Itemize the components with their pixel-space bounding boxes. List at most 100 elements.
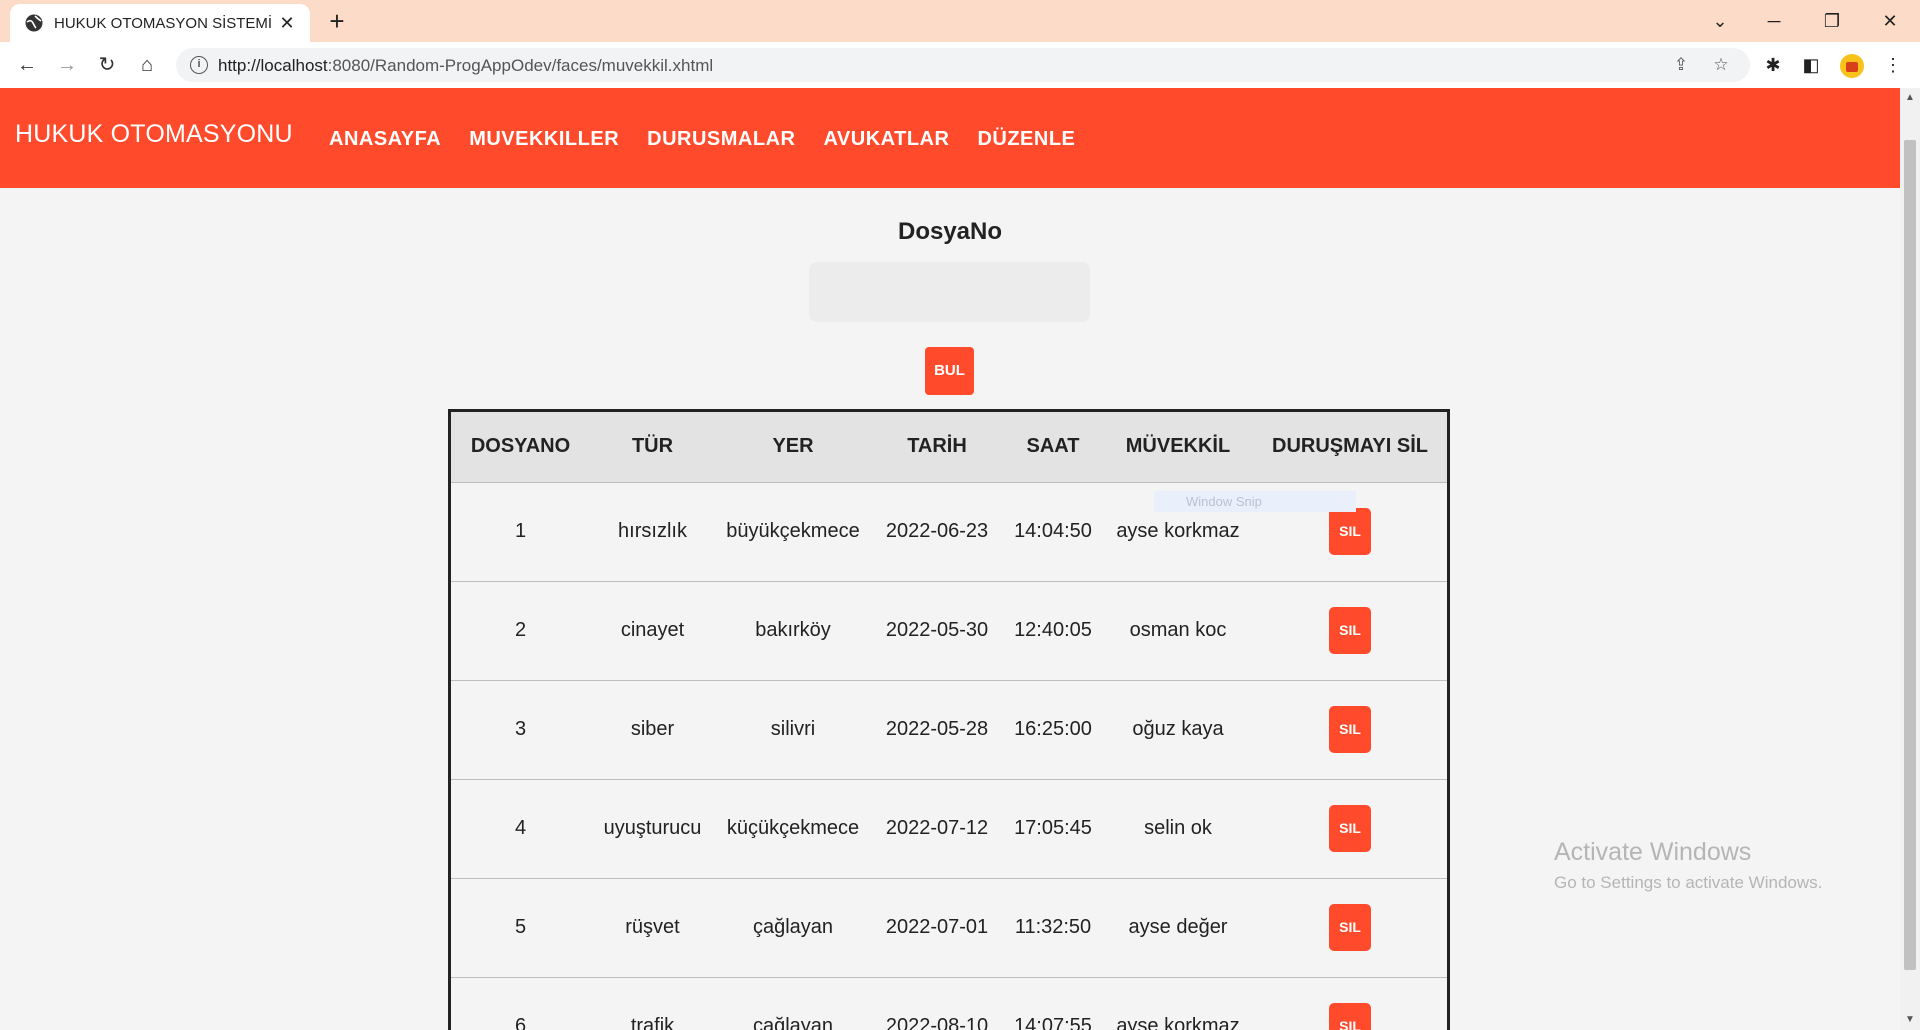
header-saat: SAAT xyxy=(1026,435,1080,458)
globe-icon xyxy=(25,14,43,32)
sil-button[interactable]: SIL xyxy=(1329,508,1371,555)
menu-item-muvekkiller[interactable]: MUVEKKILLER xyxy=(469,128,619,151)
browser-tab[interactable]: HUKUK OTOMASYON SİSTEMİ ✕ xyxy=(10,4,310,42)
minimize-icon[interactable]: ─ xyxy=(1754,6,1794,36)
back-icon[interactable]: ← xyxy=(12,50,42,80)
table-header-row: DOSYANO TÜR YER TARİH SAAT MÜVEKKİL DURU… xyxy=(451,412,1447,482)
forward-icon[interactable]: → xyxy=(52,50,82,80)
cell-saat: 14:04:50 xyxy=(1014,520,1092,542)
activate-windows-watermark: Activate Windows Go to Settings to activ… xyxy=(1554,838,1822,893)
sil-button[interactable]: SIL xyxy=(1329,904,1371,951)
bul-button[interactable]: BUL xyxy=(925,347,974,395)
cell-dosyano: 3 xyxy=(514,718,527,740)
menu-item-duzenle[interactable]: DÜZENLE xyxy=(977,128,1075,151)
cell-muvekkil: ayse korkmaz xyxy=(1116,1015,1240,1030)
cell-tur: siber xyxy=(630,718,675,740)
table-row: 2 cinayet bakırköy 2022-05-30 12:40:05 o… xyxy=(451,581,1447,680)
search-label: DosyaNo xyxy=(897,218,1003,245)
browser-tab-strip: HUKUK OTOMASYON SİSTEMİ ✕ + ⌄ ─ ❐ ✕ xyxy=(0,0,1920,42)
site-info-icon[interactable]: i xyxy=(190,56,208,74)
reload-icon[interactable]: ↻ xyxy=(92,50,122,80)
scroll-down-icon[interactable]: ▼ xyxy=(1900,1014,1920,1025)
scroll-up-icon[interactable]: ▲ xyxy=(1900,92,1920,103)
cell-yer: bakırköy xyxy=(755,619,831,641)
side-panel-icon[interactable]: ◧ xyxy=(1798,52,1824,78)
tab-search-icon[interactable]: ⌄ xyxy=(1700,6,1740,36)
page-scrollbar[interactable]: ▲ ▼ xyxy=(1900,88,1920,1030)
brand-title[interactable]: HUKUK OTOMASYONU xyxy=(15,120,293,149)
tab-title: HUKUK OTOMASYON SİSTEMİ xyxy=(54,14,273,32)
header-muvekkil: MÜVEKKİL xyxy=(1125,435,1231,458)
cell-dosyano: 4 xyxy=(514,817,527,839)
cell-tarih: 2022-07-01 xyxy=(885,916,989,938)
cell-tarih: 2022-08-10 xyxy=(885,1015,989,1030)
cell-delete: SIL xyxy=(1253,581,1447,680)
bookmark-star-icon[interactable]: ☆ xyxy=(1710,54,1732,76)
watermark-title: Activate Windows xyxy=(1554,838,1752,866)
table-row: 6 trafik çağlayan 2022-08-10 14:07:55 ay… xyxy=(451,977,1447,1030)
header-dosyano: DOSYANO xyxy=(470,435,571,458)
cell-yer: büyükçekmece xyxy=(726,520,860,542)
cell-delete: SIL xyxy=(1253,977,1447,1030)
cell-saat: 17:05:45 xyxy=(1014,817,1092,839)
tab-close-icon[interactable]: ✕ xyxy=(276,13,298,34)
extensions-icon[interactable]: ✱ xyxy=(1760,52,1786,78)
cell-muvekkil: ayse değer xyxy=(1128,916,1228,938)
cell-yer: silivri xyxy=(770,718,816,740)
cell-dosyano: 1 xyxy=(514,520,527,542)
new-tab-icon[interactable]: + xyxy=(324,8,350,34)
header-tur: TÜR xyxy=(631,435,674,458)
cell-muvekkil: osman koc xyxy=(1129,619,1227,641)
app-navbar: HUKUK OTOMASYONU ANASAYFA MUVEKKILLER DU… xyxy=(0,88,1900,188)
cell-tarih: 2022-05-30 xyxy=(885,619,989,641)
cell-tur: trafik xyxy=(630,1015,675,1030)
window-close-icon[interactable]: ✕ xyxy=(1870,6,1910,36)
cell-delete: SIL xyxy=(1253,878,1447,977)
cell-tur: uyuşturucu xyxy=(603,817,702,839)
cell-muvekkil: selin ok xyxy=(1144,817,1212,839)
home-icon[interactable]: ⌂ xyxy=(132,50,162,80)
table-row: 5 rüşvet çağlayan 2022-07-01 11:32:50 ay… xyxy=(451,878,1447,977)
restore-icon[interactable]: ❐ xyxy=(1812,6,1852,36)
header-tarih: TARİH xyxy=(907,435,967,458)
sil-button[interactable]: SIL xyxy=(1329,706,1371,753)
sil-button[interactable]: SIL xyxy=(1329,607,1371,654)
menu-item-durusmalar[interactable]: DURUSMALAR xyxy=(647,128,795,151)
header-durusmayi-sil: DURUŞMAYI SİL xyxy=(1272,435,1428,458)
cell-saat: 12:40:05 xyxy=(1014,619,1092,641)
cell-tur: hırsızlık xyxy=(618,520,687,542)
cell-tur: rüşvet xyxy=(625,916,680,938)
browser-toolbar: ← → ↻ ⌂ i http://localhost:8080/Random-P… xyxy=(0,42,1920,88)
header-yer: YER xyxy=(772,435,814,458)
menu-item-avukatlar[interactable]: AVUKATLAR xyxy=(823,128,949,151)
cell-tarih: 2022-07-12 xyxy=(885,817,989,839)
cell-tur: cinayet xyxy=(620,619,685,641)
table-row: 3 siber silivri 2022-05-28 16:25:00 oğuz… xyxy=(451,680,1447,779)
cell-yer: çağlayan xyxy=(752,916,834,938)
share-icon[interactable]: ⇪ xyxy=(1670,54,1692,76)
cell-dosyano: 5 xyxy=(514,916,527,938)
watermark-subtitle: Go to Settings to activate Windows. xyxy=(1554,873,1823,892)
scroll-thumb[interactable] xyxy=(1904,140,1916,970)
cell-dosyano: 6 xyxy=(514,1015,527,1030)
cell-delete: SIL xyxy=(1253,779,1447,878)
menu-item-anasayfa[interactable]: ANASAYFA xyxy=(329,128,441,151)
cell-muvekkil: oğuz kaya xyxy=(1132,718,1224,740)
more-menu-icon[interactable]: ⋮ xyxy=(1880,52,1906,78)
cell-yer: küçükçekmece xyxy=(726,817,860,839)
sil-button[interactable]: SIL xyxy=(1329,805,1371,852)
address-bar[interactable]: i http://localhost:8080/Random-ProgAppOd… xyxy=(176,48,1750,82)
url-host: http://localhost xyxy=(218,56,328,75)
main-menu: ANASAYFA MUVEKKILLER DURUSMALAR AVUKATLA… xyxy=(329,128,1075,151)
profile-avatar[interactable] xyxy=(1840,54,1864,78)
cell-saat: 14:07:55 xyxy=(1014,1015,1092,1030)
url-path: :8080/Random-ProgAppOdev/faces/muvekkil.… xyxy=(327,56,714,75)
sil-button[interactable]: SIL xyxy=(1329,1003,1371,1030)
window-snip-tooltip: Window Snip xyxy=(1154,491,1356,512)
url-text[interactable]: http://localhost:8080/Random-ProgAppOdev… xyxy=(218,56,713,76)
cell-yer: çağlayan xyxy=(752,1015,834,1030)
cell-tarih: 2022-05-28 xyxy=(885,718,989,740)
dosyano-input[interactable] xyxy=(809,262,1090,322)
cell-dosyano: 2 xyxy=(514,619,527,641)
cell-tarih: 2022-06-23 xyxy=(885,520,989,542)
